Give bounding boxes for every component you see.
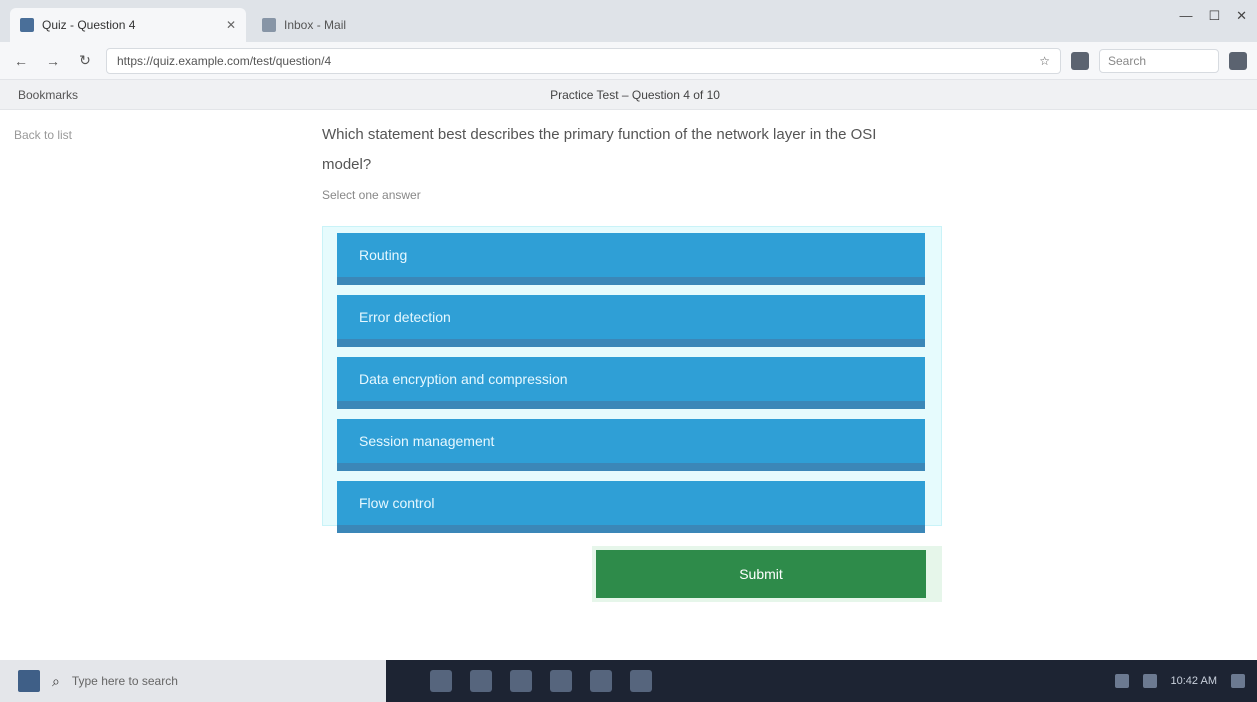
settings-icon[interactable]: [630, 670, 652, 692]
close-window-icon[interactable]: ✕: [1236, 8, 1247, 24]
browser-icon[interactable]: [510, 670, 532, 692]
url-text: https://quiz.example.com/test/question/4: [117, 53, 332, 68]
os-taskbar: ⌕ Type here to search 10:42 AM: [0, 660, 1257, 702]
back-to-list-link[interactable]: Back to list: [14, 128, 72, 142]
volume-icon[interactable]: [1142, 674, 1157, 688]
answer-option[interactable]: Flow control: [337, 481, 925, 533]
menu-icon[interactable]: [1229, 51, 1247, 70]
clock[interactable]: 10:42 AM: [1171, 675, 1217, 687]
tab-title: Quiz - Question 4: [42, 18, 136, 32]
answer-option[interactable]: Routing: [337, 233, 925, 285]
forward-icon[interactable]: →: [42, 50, 64, 72]
reload-icon[interactable]: ↻: [74, 50, 96, 72]
tab-mail[interactable]: Inbox - Mail: [252, 8, 542, 42]
favicon-icon: [262, 18, 276, 32]
bookmarks-bar: Bookmarks Practice Test – Question 4 of …: [0, 80, 1257, 110]
quiz-content: Which statement best describes the prima…: [322, 120, 942, 602]
browser-tabbar: Quiz - Question 4 ✕ Inbox - Mail — ☐ ✕: [0, 0, 1257, 42]
store-icon[interactable]: [590, 670, 612, 692]
answer-option[interactable]: Error detection: [337, 295, 925, 347]
submit-area: Submit: [592, 546, 942, 602]
notifications-icon[interactable]: [1231, 674, 1245, 688]
browser-search-box[interactable]: Search: [1099, 48, 1219, 73]
answer-option[interactable]: Data encryption and compression: [337, 357, 925, 409]
back-icon[interactable]: ←: [10, 50, 32, 72]
network-icon[interactable]: [1114, 674, 1129, 688]
tab-quiz[interactable]: Quiz - Question 4 ✕: [10, 8, 246, 42]
file-explorer-icon[interactable]: [470, 670, 492, 692]
answer-options: Routing Error detection Data encryption …: [322, 226, 942, 533]
extension-icon[interactable]: [1071, 51, 1089, 70]
answer-option[interactable]: Session management: [337, 419, 925, 471]
answer-instruction: Select one answer: [322, 188, 421, 202]
browser-navbar: ← → ↻ https://quiz.example.com/test/ques…: [0, 42, 1257, 80]
start-icon[interactable]: [18, 670, 40, 692]
tab-title: Inbox - Mail: [284, 18, 347, 32]
address-bar[interactable]: https://quiz.example.com/test/question/4…: [106, 47, 1061, 74]
mail-icon[interactable]: [550, 670, 572, 692]
submit-button[interactable]: Submit: [596, 550, 926, 598]
search-placeholder: Search: [1108, 53, 1147, 68]
taskbar-search-text: Type here to search: [71, 674, 178, 688]
question-text: Which statement best describes the prima…: [322, 126, 877, 173]
bookmarks-link[interactable]: Bookmarks: [18, 88, 78, 102]
task-view-icon[interactable]: [430, 670, 452, 692]
system-tray: 10:42 AM: [1114, 674, 1245, 688]
window-controls: — ☐ ✕: [1179, 8, 1247, 24]
bookmark-star-icon[interactable]: ☆: [1039, 54, 1050, 68]
minimize-icon[interactable]: —: [1179, 8, 1192, 24]
maximize-icon[interactable]: ☐: [1208, 8, 1220, 24]
favicon-icon: [20, 18, 34, 32]
pinned-apps: [430, 670, 652, 692]
search-icon: ⌕: [52, 672, 60, 689]
page-banner: Practice Test – Question 4 of 10: [550, 88, 720, 102]
close-tab-icon[interactable]: ✕: [226, 18, 236, 32]
taskbar-search[interactable]: ⌕ Type here to search: [0, 660, 386, 702]
